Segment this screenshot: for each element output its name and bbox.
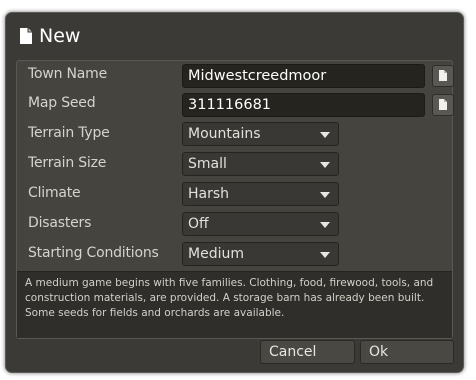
chevron-down-icon: [320, 162, 330, 168]
terrain-size-select[interactable]: Small: [182, 152, 339, 176]
map-seed-input[interactable]: 311116681: [182, 93, 425, 117]
document-icon: [438, 67, 448, 86]
town-name-input[interactable]: Midwestcreedmoor: [182, 64, 425, 88]
terrain-size-value: Small: [188, 156, 227, 172]
chevron-down-icon: [320, 222, 330, 228]
starting-conditions-select[interactable]: Medium: [182, 242, 339, 266]
new-game-dialog: New Town Name Midwestcreedmoor Map Seed …: [5, 12, 464, 373]
town-name-label: Town Name: [28, 66, 108, 82]
terrain-type-select[interactable]: Mountains: [182, 122, 339, 146]
chevron-down-icon: [320, 192, 330, 198]
starting-conditions-description: A medium game begins with five families.…: [17, 271, 452, 338]
starting-conditions-label: Starting Conditions: [28, 245, 159, 261]
disasters-label: Disasters: [28, 215, 92, 231]
town-name-file-button[interactable]: [432, 65, 454, 87]
settings-panel: Town Name Midwestcreedmoor Map Seed 3111…: [16, 60, 454, 339]
chevron-down-icon: [320, 132, 330, 138]
terrain-size-label: Terrain Size: [28, 155, 107, 171]
ok-button[interactable]: Ok: [360, 340, 454, 364]
title-bar: New: [6, 13, 463, 59]
document-icon: [438, 96, 448, 115]
dialog-title: New: [39, 25, 81, 47]
disasters-value: Off: [188, 216, 209, 232]
terrain-type-value: Mountains: [188, 126, 261, 142]
climate-value: Harsh: [188, 186, 230, 202]
climate-label: Climate: [28, 185, 81, 201]
document-icon: [19, 27, 33, 45]
terrain-type-label: Terrain Type: [28, 125, 110, 141]
climate-select[interactable]: Harsh: [182, 182, 339, 206]
map-seed-file-button[interactable]: [432, 94, 454, 116]
starting-conditions-value: Medium: [188, 246, 244, 262]
cancel-button[interactable]: Cancel: [260, 340, 355, 364]
map-seed-label: Map Seed: [28, 95, 96, 111]
chevron-down-icon: [320, 252, 330, 258]
disasters-select[interactable]: Off: [182, 212, 339, 236]
